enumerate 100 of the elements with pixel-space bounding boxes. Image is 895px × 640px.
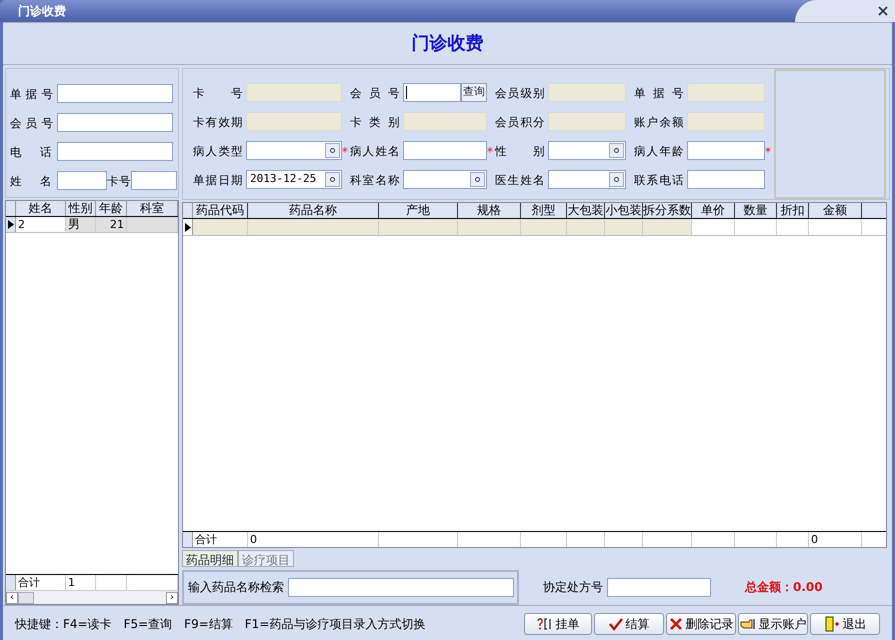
- field-label: 会员积分: [495, 114, 545, 130]
- circle-icon: [474, 176, 481, 183]
- column-header[interactable]: 数量: [735, 203, 777, 218]
- column-header[interactable]: 规格: [458, 203, 521, 218]
- column-header[interactable]: 剂型: [521, 203, 567, 218]
- action-button[interactable]: 挂单: [524, 613, 592, 635]
- cross-icon: [668, 617, 682, 631]
- input-field[interactable]: [403, 141, 487, 160]
- dropdown-button[interactable]: [325, 143, 340, 158]
- table-cell: 男: [66, 217, 96, 232]
- scroll-thumb[interactable]: [18, 592, 34, 604]
- tab[interactable]: 诊疗项目: [238, 550, 294, 567]
- dropdown-button[interactable]: [609, 172, 624, 187]
- field-label: 联系电话: [634, 172, 684, 188]
- table-cell[interactable]: [605, 219, 643, 235]
- row-header-cell[interactable]: [6, 217, 16, 232]
- field-label: 卡有效期: [193, 114, 243, 130]
- table-cell: 2: [16, 217, 66, 232]
- scroll-left-button[interactable]: ‹: [6, 592, 18, 604]
- total-amount: 总金额：0.00: [745, 579, 823, 596]
- field-label: 电 话: [10, 144, 52, 160]
- input-field[interactable]: [57, 171, 107, 190]
- dropdown-field[interactable]: [548, 141, 626, 160]
- dropdown-field[interactable]: [246, 141, 342, 160]
- input-field[interactable]: [131, 171, 177, 190]
- input-field[interactable]: [687, 141, 765, 160]
- column-header[interactable]: 金额: [809, 203, 862, 218]
- input-field[interactable]: [57, 84, 173, 103]
- input-field[interactable]: [403, 83, 461, 102]
- field-label: 卡号: [107, 172, 131, 188]
- column-header[interactable]: 药品名称: [248, 203, 379, 218]
- column-header[interactable]: 性别: [66, 201, 96, 216]
- input-field[interactable]: [687, 170, 765, 189]
- column-header[interactable]: 科室: [127, 201, 178, 216]
- circle-icon: [329, 147, 336, 154]
- field-label: 姓 名: [10, 172, 52, 188]
- table-cell[interactable]: [521, 219, 567, 235]
- column-header[interactable]: 产地: [379, 203, 458, 218]
- field-label: 单 据 号: [634, 84, 684, 100]
- dropdown-button[interactable]: [470, 172, 485, 187]
- field-label: 单据日期: [193, 172, 243, 188]
- field-label: 会员级别: [495, 84, 545, 100]
- query-button[interactable]: 查询: [461, 83, 487, 102]
- input-field[interactable]: [57, 142, 173, 161]
- row-pointer-icon: [184, 222, 190, 232]
- action-button[interactable]: 显示账户: [738, 613, 808, 635]
- column-header[interactable]: 大包装: [567, 203, 605, 218]
- circle-icon: [329, 176, 336, 183]
- input-field[interactable]: [57, 113, 173, 132]
- action-button[interactable]: 删除记录: [666, 613, 736, 635]
- column-header[interactable]: 小包装: [605, 203, 643, 218]
- question-bracket-icon: [536, 618, 552, 630]
- field-label: 医生姓名: [495, 172, 545, 188]
- dropdown-button[interactable]: [325, 172, 340, 187]
- field-label: 性 别: [495, 142, 545, 158]
- table-cell[interactable]: [458, 219, 521, 235]
- tab[interactable]: 药品明细: [182, 550, 238, 567]
- action-button[interactable]: 退出: [810, 613, 880, 635]
- row-pointer-icon: [8, 220, 14, 229]
- horizontal-scrollbar[interactable]: ‹ ›: [6, 590, 178, 604]
- search-label: 输入药品名称检索: [188, 579, 284, 596]
- column-header[interactable]: 姓名: [16, 201, 66, 216]
- column-header[interactable]: 年龄: [96, 201, 127, 216]
- table-cell[interactable]: [567, 219, 605, 235]
- window-title: 门诊收费: [17, 3, 66, 20]
- dropdown-button[interactable]: [609, 143, 624, 158]
- circle-icon: [613, 176, 620, 183]
- date-field[interactable]: 2013-12-25: [246, 170, 342, 189]
- table-cell: 21: [96, 217, 127, 232]
- column-header[interactable]: 折扣: [777, 203, 809, 218]
- table-cell[interactable]: [379, 219, 458, 235]
- dropdown-field[interactable]: [403, 170, 487, 189]
- field-label: 病人年龄: [634, 142, 684, 158]
- shortcut-hint: 快捷键：F4=读卡 F5=查询 F9=结算 F1=药品与诊疗项目录入方式切换: [15, 616, 426, 633]
- action-button[interactable]: 结算: [594, 613, 664, 635]
- table-cell: 0: [248, 532, 379, 547]
- field-label: 病人类型: [193, 142, 243, 158]
- table-cell: [127, 217, 178, 232]
- table-cell[interactable]: [248, 219, 379, 235]
- scroll-right-button[interactable]: ›: [166, 592, 178, 604]
- field-label: 会 员 号: [350, 84, 400, 100]
- circle-icon: [613, 147, 620, 154]
- field-label: 病人姓名: [350, 142, 400, 158]
- field-label: 会 员 号: [10, 114, 52, 130]
- column-header[interactable]: 单价: [692, 203, 735, 218]
- required-mark: *: [487, 144, 493, 158]
- table-cell: 0: [809, 532, 862, 547]
- column-header[interactable]: 药品代码: [193, 203, 248, 218]
- field-label: 科室名称: [350, 172, 400, 188]
- door-icon: [824, 616, 840, 632]
- search-field[interactable]: [288, 578, 514, 596]
- input-field[interactable]: [607, 578, 711, 596]
- row-header-cell: [6, 575, 16, 590]
- column-header[interactable]: 拆分系数: [643, 203, 692, 218]
- table-cell[interactable]: [643, 219, 692, 235]
- table-cell[interactable]: [193, 219, 248, 235]
- field-label: 账户余额: [634, 114, 684, 130]
- field-label: 协定处方号: [543, 579, 603, 596]
- dropdown-field[interactable]: [548, 170, 626, 189]
- field-label: 卡 类 别: [350, 114, 400, 130]
